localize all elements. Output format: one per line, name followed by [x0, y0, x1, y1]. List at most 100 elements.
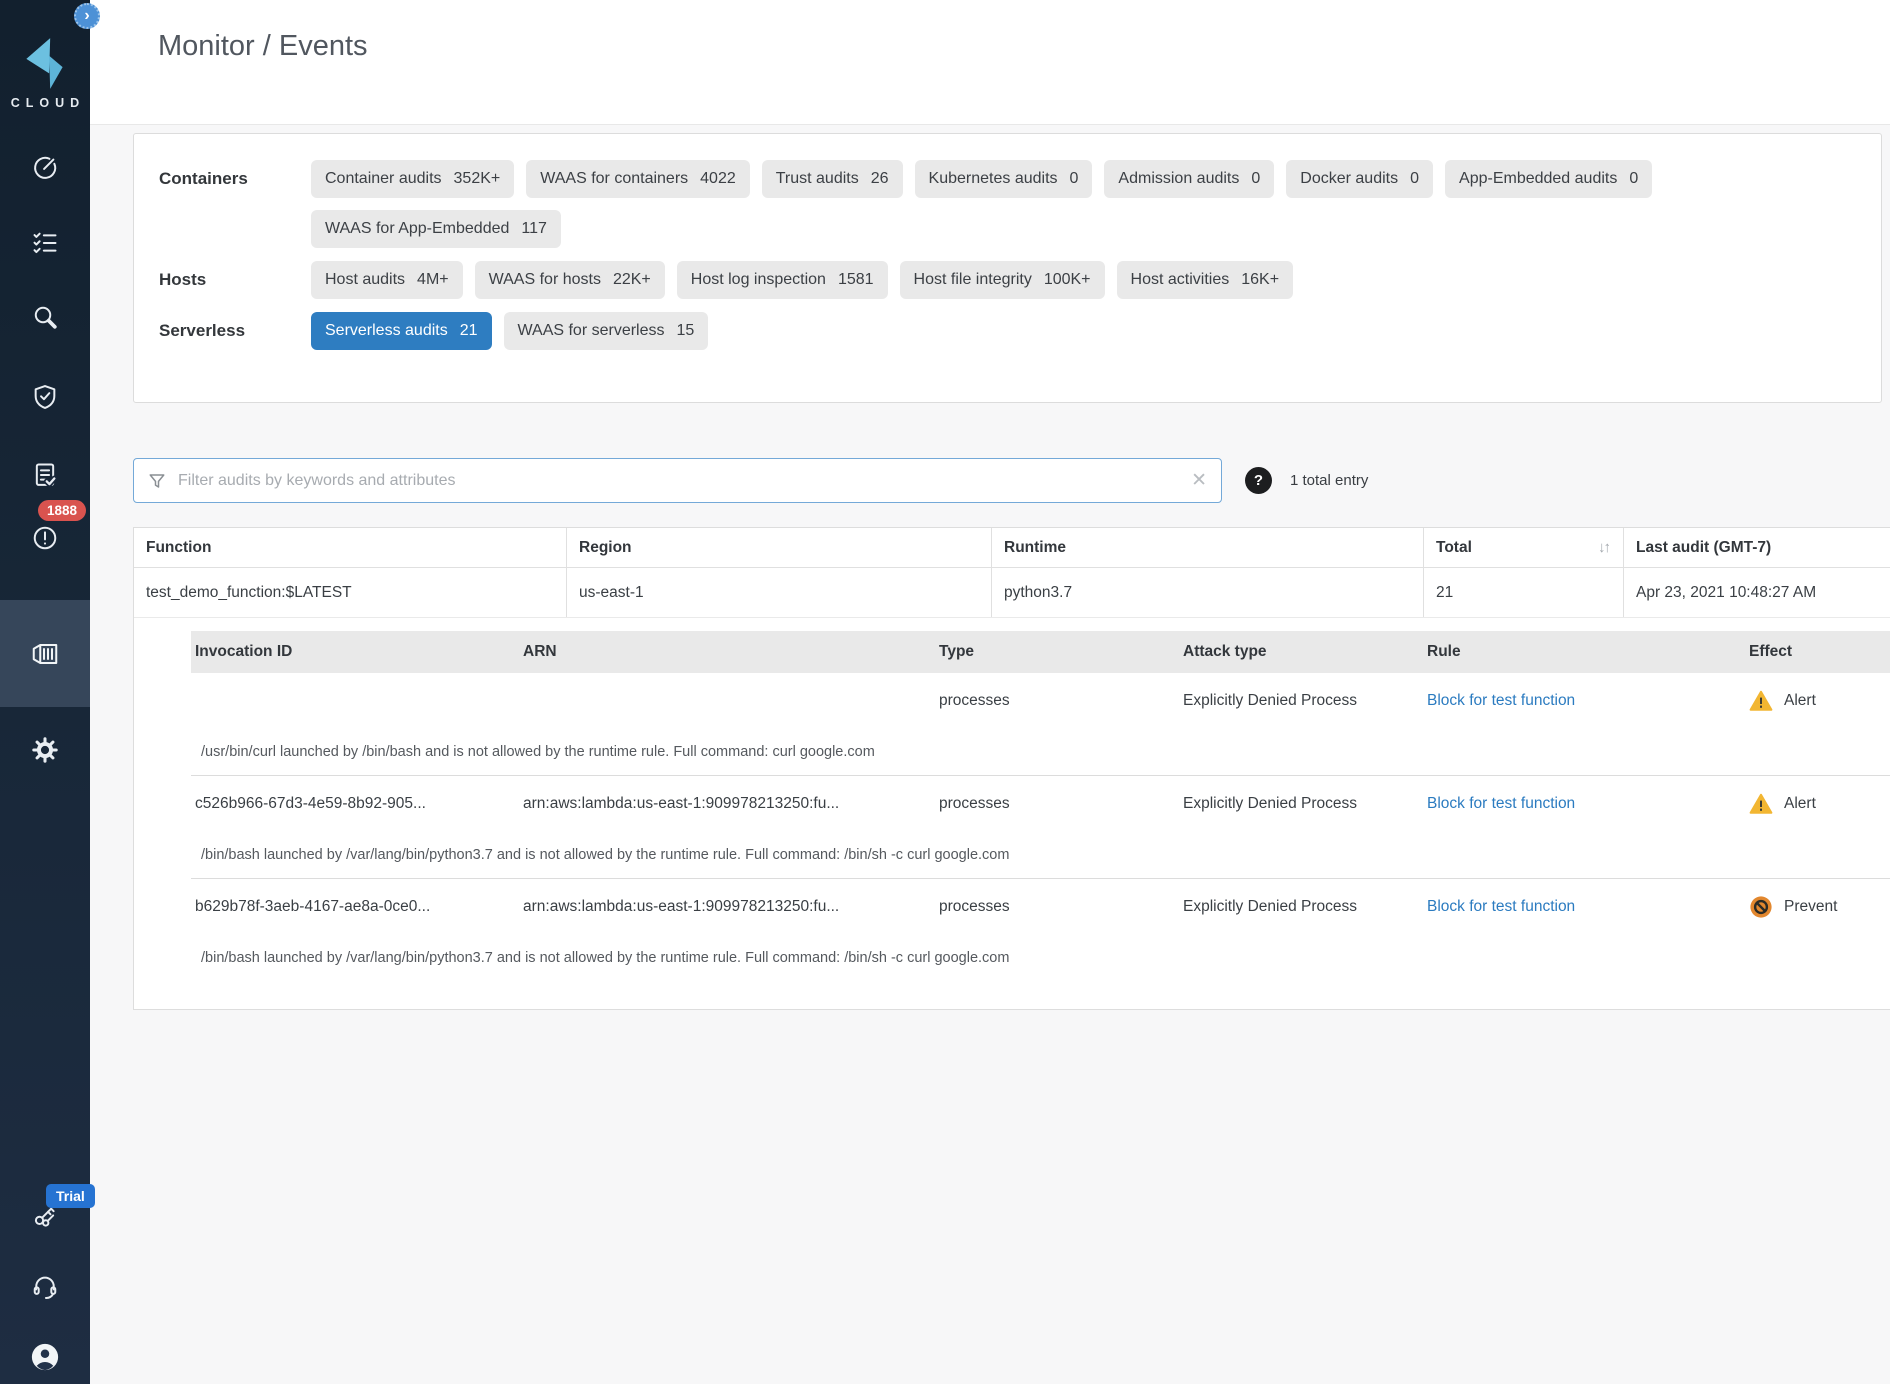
page-title: Monitor / Events: [158, 30, 368, 63]
effect-label: Alert: [1784, 692, 1816, 710]
clear-filter-icon[interactable]: ✕: [1191, 469, 1207, 492]
sidebar-collapse-button[interactable]: ›: [74, 3, 100, 29]
alert-triangle-icon: [1749, 689, 1773, 713]
chip-container-audits[interactable]: Container audits352K+: [311, 160, 514, 198]
column-header-type: Type: [935, 643, 1179, 661]
invocation-id-cell: c526b966-67d3-4e59-8b92-905...: [191, 795, 519, 813]
column-header-arn: ARN: [519, 643, 935, 661]
magnifier-icon: [31, 303, 59, 331]
help-icon[interactable]: ?: [1245, 467, 1272, 494]
prevent-icon: [1749, 895, 1773, 919]
chip-host-audits[interactable]: Host audits4M+: [311, 261, 463, 299]
shield-check-icon: [31, 383, 59, 411]
runtime-cell: python3.7: [992, 568, 1424, 617]
chip-waas-for-containers[interactable]: WAAS for containers4022: [526, 160, 750, 198]
effect-label: Prevent: [1784, 898, 1837, 916]
chip-host-file-integrity[interactable]: Host file integrity100K+: [900, 261, 1105, 299]
invocation-row[interactable]: processes Explicitly Denied Process Bloc…: [191, 673, 1890, 728]
sidebar-item-settings[interactable]: [0, 736, 90, 764]
chip-waas-for-app-embedded[interactable]: WAAS for App-Embedded117: [311, 210, 561, 248]
region-cell: us-east-1: [567, 568, 992, 617]
arn-cell: arn:aws:lambda:us-east-1:909978213250:fu…: [519, 898, 935, 916]
gear-icon: [31, 736, 59, 764]
trial-badge: Trial: [46, 1184, 95, 1208]
user-icon: [30, 1342, 60, 1372]
attack-type-cell: Explicitly Denied Process: [1179, 898, 1423, 916]
column-header-rule: Rule: [1423, 643, 1745, 661]
column-header-last-audit: Last audit (GMT-7): [1624, 528, 1890, 567]
prisma-cloud-logo-icon: [17, 34, 73, 97]
funnel-icon: [148, 472, 166, 490]
category-label: Serverless: [159, 312, 311, 350]
functions-table-header: Function Region Runtime Total ↓↑ Last au…: [134, 528, 1890, 568]
total-cell: 21: [1424, 568, 1624, 617]
top-bar: Monitor / Events: [90, 0, 1890, 125]
chip-host-log-inspection[interactable]: Host log inspection1581: [677, 261, 888, 299]
type-cell: processes: [935, 898, 1179, 916]
audit-message: /bin/bash launched by /var/lang/bin/pyth…: [191, 831, 1890, 878]
audit-categories-panel: Containers Container audits352K+ WAAS fo…: [133, 133, 1882, 403]
column-header-effect: Effect: [1745, 643, 1890, 661]
rule-link[interactable]: Block for test function: [1427, 898, 1575, 915]
sidebar-item-defend[interactable]: [0, 383, 90, 411]
rule-cell: Block for test function: [1423, 898, 1745, 916]
rule-cell: Block for test function: [1423, 795, 1745, 813]
last-audit-cell: Apr 23, 2021 10:48:27 AM: [1624, 568, 1890, 617]
chip-trust-audits[interactable]: Trust audits26: [762, 160, 903, 198]
effect-label: Alert: [1784, 795, 1816, 813]
column-header-total[interactable]: Total ↓↑: [1424, 528, 1624, 567]
chip-kubernetes-audits[interactable]: Kubernetes audits0: [915, 160, 1093, 198]
column-header-attack-type: Attack type: [1179, 643, 1423, 661]
rule-link[interactable]: Block for test function: [1427, 692, 1575, 709]
category-label: Hosts: [159, 261, 311, 299]
sidebar-item-compliance[interactable]: [0, 461, 90, 489]
invocation-row[interactable]: b629b78f-3aeb-4167-ae8a-0ce0... arn:aws:…: [191, 879, 1890, 934]
chip-waas-for-hosts[interactable]: WAAS for hosts22K+: [475, 261, 665, 299]
effect-cell: Prevent: [1745, 895, 1890, 919]
app-root: CLOUD: [0, 0, 1890, 1384]
sidebar-item-policies[interactable]: [0, 229, 90, 257]
column-header-function: Function: [134, 528, 567, 567]
invocations-table-header: Invocation ID ARN Type Attack type Rule …: [191, 631, 1890, 673]
category-label: Containers: [159, 160, 311, 198]
rule-link[interactable]: Block for test function: [1427, 795, 1575, 812]
audit-message: /bin/bash launched by /var/lang/bin/pyth…: [191, 934, 1890, 981]
sidebar-item-containers-selected[interactable]: [0, 600, 90, 707]
chip-waas-for-serverless[interactable]: WAAS for serverless15: [504, 312, 709, 350]
category-row-containers: Containers Container audits352K+ WAAS fo…: [159, 160, 1881, 248]
filter-input[interactable]: [176, 471, 1191, 491]
checklist-icon: [31, 229, 59, 257]
headset-icon: [31, 1273, 59, 1301]
category-row-serverless: Serverless Serverless audits21 WAAS for …: [159, 312, 1881, 350]
audits-table: Function Region Runtime Total ↓↑ Last au…: [133, 527, 1890, 1010]
chip-admission-audits[interactable]: Admission audits0: [1104, 160, 1274, 198]
chip-docker-audits[interactable]: Docker audits0: [1286, 160, 1433, 198]
attack-type-cell: Explicitly Denied Process: [1179, 795, 1423, 813]
alert-count-badge: 1888: [38, 500, 86, 521]
alert-triangle-icon: [1749, 792, 1773, 816]
report-check-icon: [31, 461, 59, 489]
gauge-icon: [31, 154, 59, 182]
chip-serverless-audits[interactable]: Serverless audits21: [311, 312, 492, 350]
sidebar-item-support[interactable]: [0, 1273, 90, 1301]
invocation-block: b629b78f-3aeb-4167-ae8a-0ce0... arn:aws:…: [191, 879, 1890, 981]
column-header-invocation-id: Invocation ID: [191, 643, 519, 661]
chip-app-embedded-audits[interactable]: App-Embedded audits0: [1445, 160, 1652, 198]
sort-icon[interactable]: ↓↑: [1598, 539, 1609, 556]
chips-hosts: Host audits4M+ WAAS for hosts22K+ Host l…: [311, 261, 1851, 299]
audit-message: /usr/bin/curl launched by /bin/bash and …: [191, 728, 1890, 775]
column-header-region: Region: [567, 528, 992, 567]
column-header-runtime: Runtime: [992, 528, 1424, 567]
sidebar-item-search[interactable]: [0, 303, 90, 331]
rule-cell: Block for test function: [1423, 692, 1745, 710]
chips-serverless: Serverless audits21 WAAS for serverless1…: [311, 312, 1851, 350]
type-cell: processes: [935, 692, 1179, 710]
exclamation-circle-icon: [31, 524, 59, 552]
sidebar-item-dashboard[interactable]: [0, 154, 90, 182]
invocation-row[interactable]: c526b966-67d3-4e59-8b92-905... arn:aws:l…: [191, 776, 1890, 831]
chip-host-activities[interactable]: Host activities16K+: [1117, 261, 1294, 299]
effect-cell: Alert: [1745, 689, 1890, 713]
sidebar-item-account[interactable]: [0, 1342, 90, 1372]
sidebar-item-alerts[interactable]: [0, 524, 90, 552]
function-row[interactable]: test_demo_function:$LATEST us-east-1 pyt…: [134, 568, 1890, 618]
